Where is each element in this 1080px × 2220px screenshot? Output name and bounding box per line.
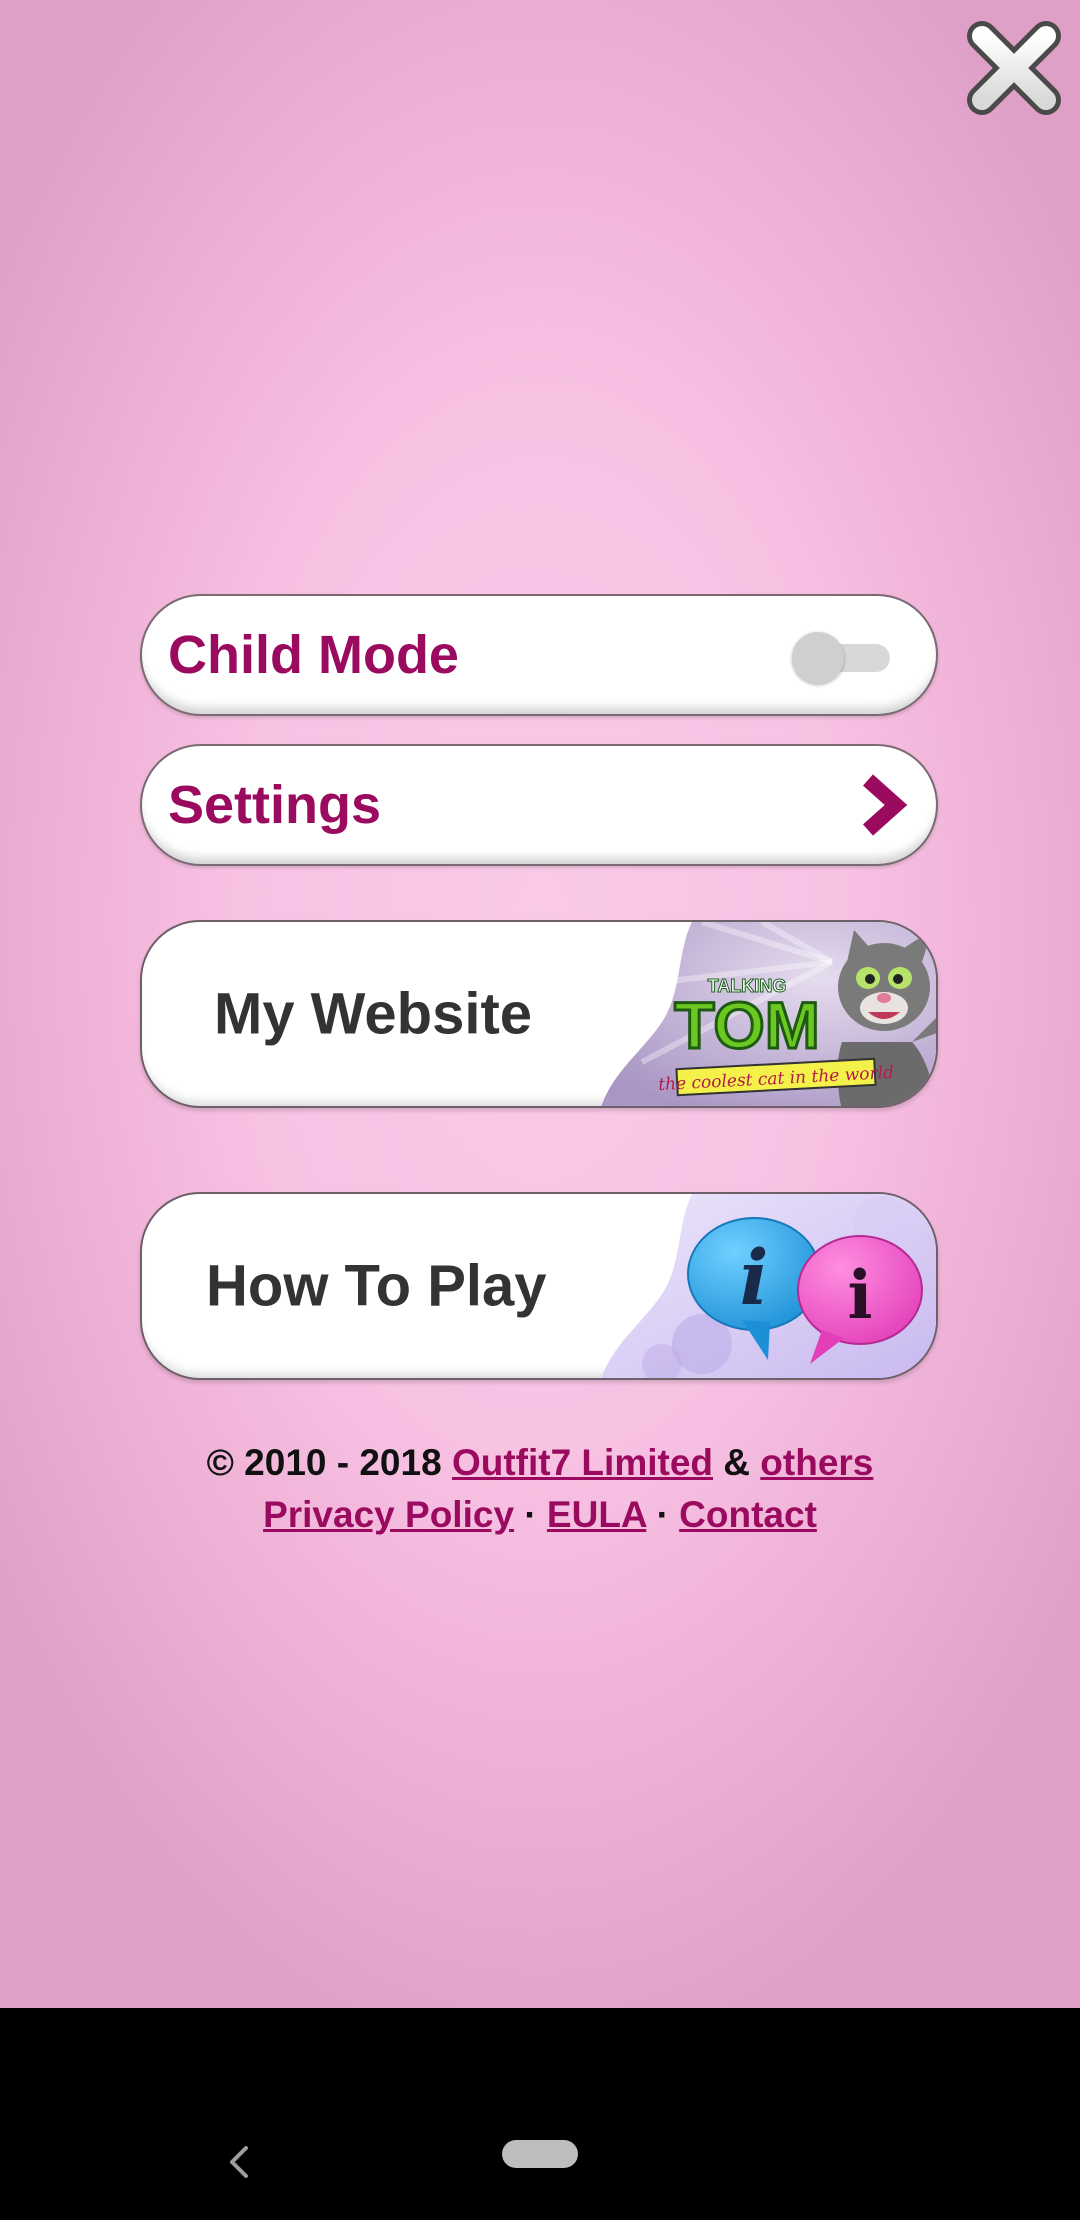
settings-label: Settings [168,775,382,835]
app-screen: Child Mode Settings the coolest cat in t… [0,0,1080,2008]
how-to-play-label: How To Play [206,1253,547,1319]
copyright-line: © 2010 - 2018 Outfit7 Limited & others [0,1442,1080,1484]
system-nav-bar [0,2008,1080,2220]
svg-text:i: i [740,1233,769,1322]
contact-link[interactable]: Contact [679,1494,817,1535]
settings-row[interactable]: Settings [140,744,938,866]
close-icon[interactable] [962,16,1066,120]
toggle-knob [792,632,844,684]
chevron-right-icon [858,774,908,836]
outfit7-link[interactable]: Outfit7 Limited [452,1442,713,1483]
svg-text:i: i [847,1256,872,1334]
legal-links-line: Privacy Policy · EULA · Contact [0,1494,1080,1536]
how-to-play-button[interactable]: i i How To Play [140,1192,938,1380]
copyright-text: © 2010 - 2018 [206,1442,442,1483]
my-website-label: My Website [214,981,533,1047]
child-mode-row[interactable]: Child Mode [140,594,938,716]
privacy-policy-link[interactable]: Privacy Policy [263,1494,514,1535]
nav-back-icon[interactable] [222,2142,256,2182]
my-website-button[interactable]: the coolest cat in the world TALKING TOM… [140,920,938,1108]
others-link[interactable]: others [760,1442,873,1483]
child-mode-label: Child Mode [168,625,459,685]
nav-home-pill[interactable] [502,2140,578,2168]
eula-link[interactable]: EULA [547,1494,646,1535]
child-mode-toggle[interactable] [792,632,890,684]
separator: · [656,1494,669,1535]
separator: · [524,1494,537,1535]
svg-text:TOM: TOM [674,988,819,1062]
ampersand-text: & [723,1442,751,1483]
